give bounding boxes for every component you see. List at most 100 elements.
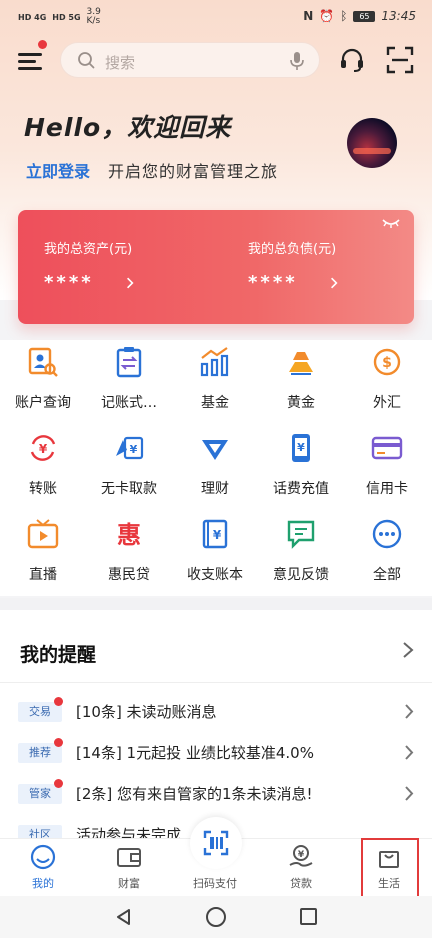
search-bar[interactable]: 搜索 xyxy=(60,42,320,78)
total-assets-label: 我的总资产(元) xyxy=(44,242,133,257)
back-icon[interactable] xyxy=(115,908,133,926)
tab-mine[interactable]: 我的 xyxy=(0,839,86,897)
tab-label: 我的 xyxy=(32,877,54,890)
grid-label: 记账式… xyxy=(101,395,157,411)
login-link[interactable]: 立即登录 xyxy=(26,158,90,182)
grid-item-all[interactable]: 全部 xyxy=(344,512,430,592)
scan-pay-button[interactable] xyxy=(190,817,242,869)
svg-text:¥: ¥ xyxy=(130,443,138,456)
bluetooth-icon: ᛒ xyxy=(340,9,348,23)
cardless-withdraw-icon: ¥ xyxy=(116,436,144,460)
total-assets-value: **** xyxy=(44,272,94,293)
tab-scan-pay[interactable]: 扫码支付 xyxy=(172,817,258,897)
grid-item-credit-card[interactable]: 信用卡 xyxy=(344,426,430,506)
transfer-icon: ¥ xyxy=(30,435,56,461)
reminder-item[interactable]: 推荐 [14条] 1元起投 业绩比较基准4.0% xyxy=(0,733,432,773)
tab-label: 财富 xyxy=(118,877,140,890)
grid-item-account-query[interactable]: 账户查询 xyxy=(0,340,86,420)
total-liabilities-value: **** xyxy=(248,272,298,293)
grid-label: 账户查询 xyxy=(15,395,71,411)
home-icon[interactable] xyxy=(206,907,226,927)
wallet-icon xyxy=(117,848,141,867)
svg-text:惠: 惠 xyxy=(117,521,141,549)
credit-card-icon xyxy=(371,436,403,460)
recent-apps-icon[interactable] xyxy=(300,908,317,925)
avatar[interactable] xyxy=(347,118,397,168)
battery-indicator: 65 xyxy=(353,10,376,22)
wealth-icon xyxy=(202,440,228,460)
svg-text:¥: ¥ xyxy=(39,442,48,456)
grid-item-phone-recharge[interactable]: ¥ 话费充值 xyxy=(258,426,344,506)
highlight-box xyxy=(361,838,419,898)
grid-label: 收支账本 xyxy=(187,567,243,583)
svg-text:¥: ¥ xyxy=(213,528,222,542)
more-icon xyxy=(372,519,402,549)
smile-face-icon xyxy=(30,844,56,870)
grid-item-loan[interactable]: 惠 惠民贷 xyxy=(86,512,172,592)
grid-item-bookkeeping[interactable]: 记账式… xyxy=(86,340,172,420)
unread-dot xyxy=(54,697,63,706)
tab-wealth[interactable]: 财富 xyxy=(86,839,172,897)
grid-item-forex[interactable]: $ 外汇 xyxy=(344,340,430,420)
scan-icon[interactable] xyxy=(386,46,414,74)
unread-dot xyxy=(54,738,63,747)
search-icon xyxy=(78,52,95,69)
tab-label: 贷款 xyxy=(290,877,312,890)
grid-label: 信用卡 xyxy=(366,481,408,497)
loan-hand-icon: ¥ xyxy=(289,845,313,867)
section-divider xyxy=(0,598,432,610)
grid-label: 黄金 xyxy=(287,395,315,411)
menu-button[interactable] xyxy=(16,46,46,76)
asset-card: 我的总资产(元) **** 我的总负债(元) **** xyxy=(18,210,414,324)
grid-item-cardless-withdraw[interactable]: ¥ 无卡取款 xyxy=(86,426,172,506)
account-query-icon xyxy=(28,347,58,377)
qr-pay-icon xyxy=(203,830,229,856)
svg-text:¥: ¥ xyxy=(297,441,305,454)
chevron-right-icon xyxy=(331,277,338,289)
status-bar: HD 4G HD 5G 3.9 K/s N ⏰ ᛒ 65 13:45 xyxy=(0,0,432,34)
grid-label: 理财 xyxy=(201,481,229,497)
hide-eye-icon[interactable] xyxy=(382,218,400,228)
clock: 13:45 xyxy=(381,9,416,23)
grid-label: 全部 xyxy=(373,567,401,583)
svg-text:$: $ xyxy=(382,355,392,371)
grid-label: 转账 xyxy=(29,481,57,497)
grid-item-fund[interactable]: 基金 xyxy=(172,340,258,420)
tab-label: 扫码支付 xyxy=(193,877,237,890)
grid-item-live[interactable]: 直播 xyxy=(0,512,86,592)
grid-item-ledger[interactable]: ¥ 收支账本 xyxy=(172,512,258,592)
grid-item-feedback[interactable]: 意见反馈 xyxy=(258,512,344,592)
ledger-icon: ¥ xyxy=(202,519,228,549)
system-nav-bar xyxy=(0,896,432,938)
total-liabilities-link[interactable]: **** xyxy=(246,270,356,300)
grid-item-wealth[interactable]: 理财 xyxy=(172,426,258,506)
microphone-icon[interactable] xyxy=(289,51,305,71)
grid-label: 话费充值 xyxy=(273,481,329,497)
network-5g-indicator: HD 5G xyxy=(52,12,81,22)
phone-recharge-icon: ¥ xyxy=(292,434,310,462)
grid-item-gold[interactable]: 黄金 xyxy=(258,340,344,420)
function-grid: 账户查询 记账式… 基金 黄金 $ 外汇 ¥ 转账 ¥ 无卡取款 理财 ¥ 话费… xyxy=(0,340,432,596)
reminder-item[interactable]: 交易 [10条] 未读动账消息 xyxy=(0,692,432,732)
reminders-section: 我的提醒 交易 [10条] 未读动账消息 推荐 [14条] 1元起投 业绩比较基… xyxy=(0,610,432,840)
forex-icon: $ xyxy=(373,348,401,376)
fund-icon xyxy=(200,347,229,377)
grid-label: 意见反馈 xyxy=(273,567,329,583)
chevron-right-icon[interactable] xyxy=(402,642,414,658)
live-tv-icon xyxy=(27,519,59,549)
grid-label: 外汇 xyxy=(373,395,401,411)
svg-text:¥: ¥ xyxy=(298,850,305,860)
net-speed-unit: K/s xyxy=(86,16,101,26)
total-assets-link[interactable]: **** xyxy=(42,270,152,300)
customer-service-icon[interactable] xyxy=(338,46,366,74)
reminder-item[interactable]: 管家 [2条] 您有来自管家的1条未读消息! xyxy=(0,774,432,814)
alarm-icon: ⏰ xyxy=(319,9,335,23)
greeting-title: Hello，欢迎回来 xyxy=(24,113,232,142)
tab-loan[interactable]: ¥ 贷款 xyxy=(258,839,344,897)
unread-dot xyxy=(54,779,63,788)
network-4g-indicator: HD 4G xyxy=(18,12,47,22)
nfc-icon: N xyxy=(303,9,314,23)
notification-dot xyxy=(38,40,47,49)
loan-icon: 惠 xyxy=(117,521,141,549)
grid-item-transfer[interactable]: ¥ 转账 xyxy=(0,426,86,506)
